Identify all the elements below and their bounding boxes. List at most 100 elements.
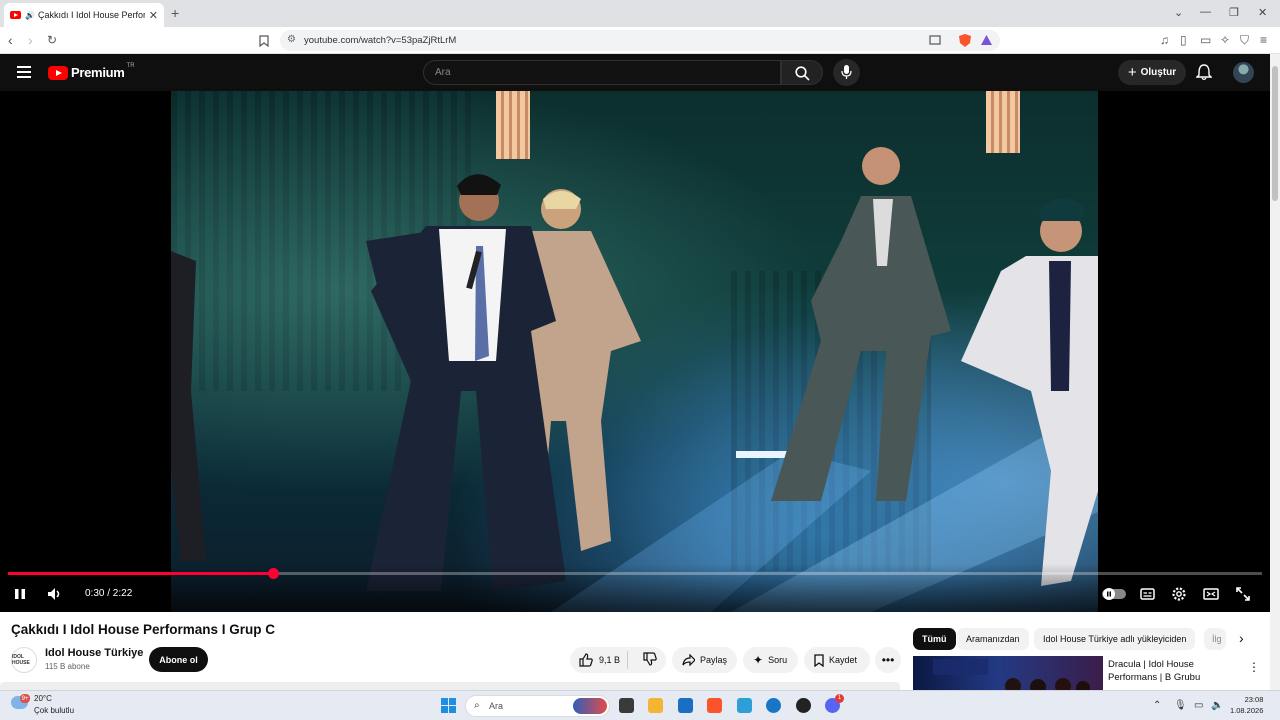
search-icon <box>795 66 810 81</box>
autoplay-toggle-icon[interactable] <box>1102 587 1126 601</box>
seek-bar-scrubber[interactable] <box>267 568 279 579</box>
brave-rewards-icon[interactable] <box>980 34 993 46</box>
window-close-icon[interactable]: ✕ <box>1258 6 1267 19</box>
leo-ai-icon[interactable]: ✧ <box>1220 33 1230 47</box>
youtube-play-logo-icon <box>48 65 68 80</box>
tray-overflow-icon[interactable]: ⌃ <box>1153 700 1161 711</box>
vertical-more-icon[interactable]: ⋮ <box>1248 660 1260 674</box>
taskbar-search-placeholder: Ara <box>489 701 504 711</box>
windows-start-icon[interactable] <box>441 698 456 713</box>
speaker-icon[interactable]: 🔊 <box>25 11 35 20</box>
reload-icon[interactable]: ↻ <box>47 33 57 47</box>
taskbar-search-input[interactable]: ⌕ Ara <box>465 695 610 717</box>
fullscreen-icon[interactable] <box>1236 587 1250 601</box>
media-controls-icon[interactable]: ♫ <box>1160 33 1169 47</box>
voice-search-button[interactable] <box>833 59 860 86</box>
tray-volume-icon[interactable]: 🔈 <box>1211 700 1223 711</box>
maximize-icon[interactable]: ❐ <box>1229 6 1239 19</box>
video-title: Çakkıdı I Idol House Performans I Grup C <box>11 622 276 637</box>
youtube-premium-logo[interactable]: Premium TR <box>48 62 135 80</box>
vpn-icon[interactable]: ⛉ <box>1240 33 1249 48</box>
rec-title-line: Performans | B Grubu <box>1108 672 1201 683</box>
wallet-icon[interactable]: ▭ <box>1200 33 1211 47</box>
filter-chip-related[interactable]: İlg <box>1204 628 1226 650</box>
windows-taskbar: 9+ 20°C Çok bulutlu ⌕ Ara 1 ⌃ 🎙 ▭ 🔈 23:0… <box>0 690 1280 720</box>
search-button[interactable] <box>781 60 823 85</box>
tray-network-icon[interactable]: ▭ <box>1194 700 1203 711</box>
account-avatar[interactable] <box>1233 62 1254 83</box>
thumbs-up-icon <box>579 653 593 667</box>
tray-mic-icon[interactable]: 🎙 <box>1174 700 1187 711</box>
share-arrow-icon <box>682 654 695 666</box>
recommended-video-title[interactable]: Dracula | Idol House Performans | B Grub… <box>1108 658 1238 684</box>
filter-chip-all[interactable]: Tümü <box>913 628 956 650</box>
youtube-favicon-icon <box>10 11 21 19</box>
volume-icon[interactable] <box>47 587 63 601</box>
seek-bar[interactable] <box>8 568 1262 579</box>
notifications-bell-icon[interactable] <box>1196 64 1212 81</box>
filter-chip-from-search[interactable]: Aramanızdan <box>957 628 1029 650</box>
clock-date: 1.08.2026 <box>1230 706 1264 715</box>
channel-name[interactable]: Idol House Türkiye <box>45 647 143 659</box>
tab-close-icon[interactable]: ✕ <box>149 9 158 22</box>
filter-chip-from-uploader[interactable]: Idol House Türkiye adlı yükleyiciden <box>1034 628 1196 650</box>
theater-mode-icon[interactable] <box>1203 588 1219 600</box>
description-box-edge[interactable] <box>0 682 900 690</box>
sparkle-icon: ✦ <box>753 653 764 667</box>
sidebar-icon[interactable]: ▯ <box>1180 33 1187 47</box>
brave-shields-icon[interactable] <box>958 33 972 48</box>
create-label: Oluştur <box>1140 67 1177 78</box>
back-icon[interactable]: ‹ <box>8 32 13 48</box>
app-dark-icon[interactable] <box>796 698 811 713</box>
pause-icon[interactable] <box>14 588 26 600</box>
search-icon: ⌕ <box>474 700 480 711</box>
share-button[interactable]: Paylaş <box>672 647 737 673</box>
chips-next-chevron-icon[interactable]: › <box>1239 630 1244 646</box>
new-tab-icon[interactable]: + <box>171 5 179 21</box>
youtube-header: Premium TR Ara + Oluştur <box>0 54 1270 91</box>
seek-bar-played <box>8 572 273 575</box>
app-globe-icon[interactable] <box>766 698 781 713</box>
hamburger-menu-icon[interactable] <box>17 66 31 78</box>
address-bar[interactable]: ⚙ youtube.com/watch?v=53paZjRtLrM <box>280 30 1000 51</box>
search-input[interactable]: Ara <box>423 60 781 85</box>
browser-tab-active[interactable]: 🔊 Çakkıdı I Idol House Performa ✕ <box>4 3 164 27</box>
channel-avatar[interactable]: IDOL HOUSE <box>11 647 37 673</box>
tab-search-chevron-icon[interactable]: ⌄ <box>1174 6 1183 19</box>
app-g-icon[interactable] <box>737 698 752 713</box>
logo-country-code: TR <box>126 62 135 69</box>
video-frame[interactable] <box>171 91 1098 612</box>
like-button[interactable]: 9,1 B <box>570 651 628 669</box>
tab-title: Çakkıdı I Idol House Performa <box>37 10 145 20</box>
video-player[interactable]: 0:30 / 2:22 <box>0 91 1270 612</box>
cast-icon[interactable] <box>929 35 941 46</box>
dislike-button[interactable] <box>633 652 657 668</box>
bookmark-icon[interactable] <box>259 35 269 47</box>
stage-performers-illustration <box>171 147 1098 612</box>
scrollbar-thumb[interactable] <box>1272 66 1278 201</box>
minimize-icon[interactable]: — <box>1200 6 1211 18</box>
weather-badge: 9+ <box>20 694 30 703</box>
settings-gear-icon[interactable] <box>1171 586 1187 602</box>
time-display: 0:30 / 2:22 <box>85 588 133 599</box>
create-button[interactable]: + Oluştur <box>1118 60 1186 85</box>
site-settings-icon[interactable]: ⚙ <box>287 34 296 45</box>
recommended-video-thumbnail[interactable] <box>913 656 1103 690</box>
plus-icon: + <box>1127 64 1137 81</box>
microphone-icon <box>841 65 852 79</box>
subscribe-button[interactable]: Abone ol <box>149 647 208 672</box>
clock-time: 23:08 <box>1244 695 1264 704</box>
ask-button[interactable]: ✦ Soru <box>743 647 798 673</box>
page-scrollbar[interactable] <box>1270 54 1280 690</box>
subtitles-icon[interactable] <box>1140 588 1155 600</box>
microsoft-store-icon[interactable] <box>678 698 693 713</box>
forward-icon[interactable]: › <box>28 32 33 48</box>
system-clock[interactable]: 23:08 1.08.2026 <box>1230 694 1263 716</box>
brave-browser-icon[interactable] <box>707 698 722 713</box>
save-button[interactable]: Kaydet <box>804 647 870 673</box>
more-actions-button[interactable]: ••• <box>875 647 901 673</box>
file-explorer-icon[interactable] <box>648 698 663 713</box>
browser-tab-strip: 🔊 Çakkıdı I Idol House Performa ✕ + ⌄ — … <box>0 0 1280 27</box>
task-view-icon[interactable] <box>619 698 634 713</box>
browser-menu-icon[interactable]: ≡ <box>1260 33 1267 47</box>
